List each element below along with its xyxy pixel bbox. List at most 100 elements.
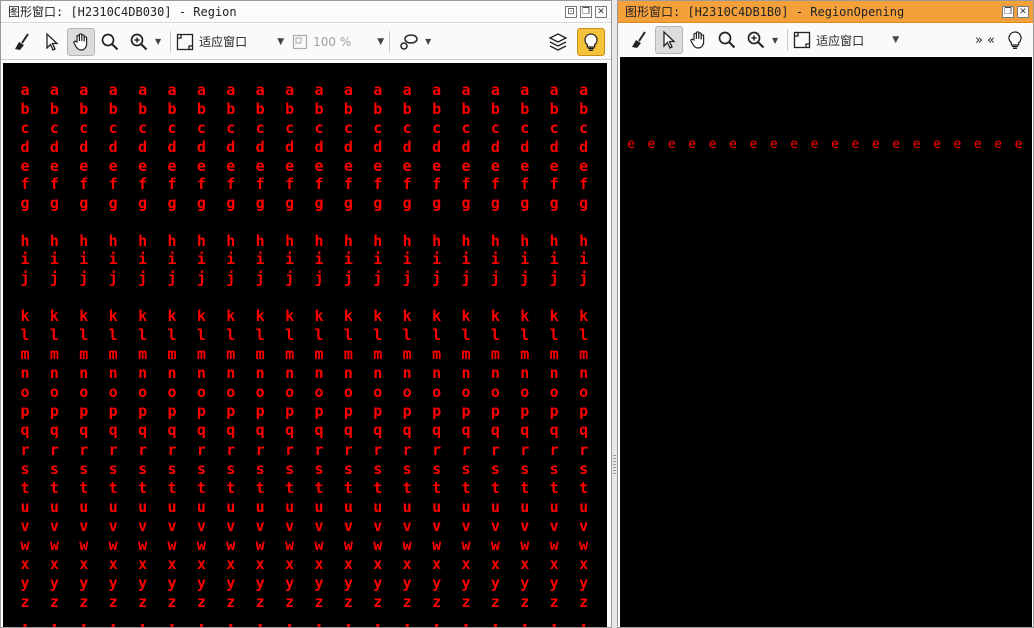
region-letter: q (50, 421, 59, 439)
region-letter: z (20, 593, 29, 611)
region-letter: h (579, 232, 588, 250)
region-letter: v (373, 517, 382, 535)
region-letter: o (285, 383, 294, 401)
region-letter: e (461, 157, 470, 175)
region-letter: r (403, 441, 412, 459)
toolbar-overflow-button[interactable]: » « (975, 33, 995, 48)
arrow-cursor-icon[interactable] (38, 28, 66, 56)
region-letter: v (79, 517, 88, 535)
hand-icon[interactable] (67, 27, 95, 56)
region-letter: p (461, 402, 470, 420)
region-letter: j (432, 269, 441, 287)
region-letter: a (50, 81, 59, 99)
region-letter: n (491, 364, 500, 382)
region-letter: p (403, 402, 412, 420)
region-letter: u (20, 498, 29, 516)
region-letter: g (403, 194, 412, 212)
region-letter: b (256, 100, 265, 118)
hand-icon[interactable] (684, 26, 712, 54)
region-letter: r (256, 441, 265, 459)
region-letter: w (314, 536, 324, 554)
region-letter: k (373, 307, 382, 325)
lasso-icon[interactable] (395, 28, 423, 56)
region-fragment (317, 624, 321, 627)
region-letter: i (50, 250, 59, 268)
close-icon[interactable]: ✕ (1017, 5, 1029, 18)
region-letter: i (373, 250, 382, 268)
region-fragment (199, 624, 203, 627)
region-letter: v (285, 517, 294, 535)
region-letter: a (403, 81, 412, 99)
region-letter: e (167, 157, 176, 175)
restore-icon[interactable]: ❐ (580, 5, 592, 18)
region-opening-canvas[interactable]: eeeeeeeeeeeeeeeeeeee (620, 57, 1032, 627)
region-letter: k (20, 307, 29, 325)
title-bar[interactable]: 图形窗口: [H2310C4DB1B0] - RegionOpening ❐ ✕ (618, 1, 1033, 23)
region-letter: d (432, 138, 441, 156)
region-letter: s (226, 460, 235, 478)
region-letter: y (403, 574, 412, 592)
region-letter: k (109, 307, 118, 325)
region-letter: u (550, 498, 559, 516)
zoom-percent-select[interactable]: 100 % ▼ (292, 30, 384, 54)
region-letter: r (579, 441, 588, 459)
zoom-mode-select[interactable]: 适应窗口 ▼ (793, 28, 899, 52)
region-letter: v (520, 517, 529, 535)
region-letter: q (432, 421, 441, 439)
region-letter: s (550, 460, 559, 478)
region-letter: l (579, 326, 588, 344)
arrow-cursor-icon[interactable] (655, 26, 683, 54)
region-letter: v (256, 517, 265, 535)
region-letter: i (138, 250, 147, 268)
magnifier-icon[interactable] (713, 26, 741, 54)
region-letter: t (197, 479, 206, 497)
region-letter: q (314, 421, 323, 439)
region-letter: n (373, 364, 382, 382)
broom-icon[interactable] (626, 26, 654, 54)
region-letter: q (256, 421, 265, 439)
region-letter: q (20, 421, 29, 439)
chevron-down-icon[interactable]: ▼ (772, 36, 778, 45)
magnifier-plus-icon[interactable] (742, 26, 770, 54)
lightbulb-icon[interactable] (577, 27, 605, 56)
region-letter: w (167, 536, 177, 554)
region-letter: z (491, 593, 500, 611)
region-letter: w (79, 536, 89, 554)
layers-icon[interactable] (544, 28, 572, 56)
region-letter: m (432, 345, 441, 363)
region-letter: b (314, 100, 323, 118)
region-letter: t (285, 479, 294, 497)
region-letter: w (50, 536, 60, 554)
region-letter: h (256, 232, 265, 250)
region-letter: a (491, 81, 500, 99)
region-letter: j (50, 269, 59, 287)
zoom-mode-select[interactable]: 适应窗口 ▼ (176, 30, 284, 54)
region-canvas[interactable]: aaaaaaaaaaaaaaaaaaaabbbbbbbbbbbbbbbbbbbb… (3, 63, 607, 627)
region-letter: c (491, 119, 500, 137)
chevron-down-icon[interactable]: ▼ (425, 37, 431, 46)
region-letter: k (256, 307, 265, 325)
opened-region-letter: e (913, 137, 921, 152)
magnifier-icon[interactable] (96, 28, 124, 56)
restore-icon[interactable]: ❐ (1002, 5, 1014, 18)
region-letter: p (109, 402, 118, 420)
region-letter: x (579, 555, 588, 573)
region-letter: x (256, 555, 265, 573)
pin-icon[interactable]: ⊡ (565, 5, 577, 18)
region-letter: u (403, 498, 412, 516)
region-letter: c (432, 119, 441, 137)
chevron-down-icon[interactable]: ▼ (155, 37, 161, 46)
region-letter: g (314, 194, 323, 212)
close-icon[interactable]: ✕ (595, 5, 607, 18)
region-letter: g (167, 194, 176, 212)
zoom-percent-icon (293, 34, 308, 49)
region-letter: s (373, 460, 382, 478)
region-letter: u (79, 498, 88, 516)
region-letter: b (138, 100, 147, 118)
region-letter: p (197, 402, 206, 420)
title-bar[interactable]: 图形窗口: [H2310C4DB030] - Region ⊡ ❐ ✕ (1, 1, 611, 23)
lightbulb-icon[interactable] (1001, 26, 1029, 54)
region-letter: n (109, 364, 118, 382)
broom-icon[interactable] (9, 28, 37, 56)
magnifier-plus-icon[interactable] (125, 28, 153, 56)
